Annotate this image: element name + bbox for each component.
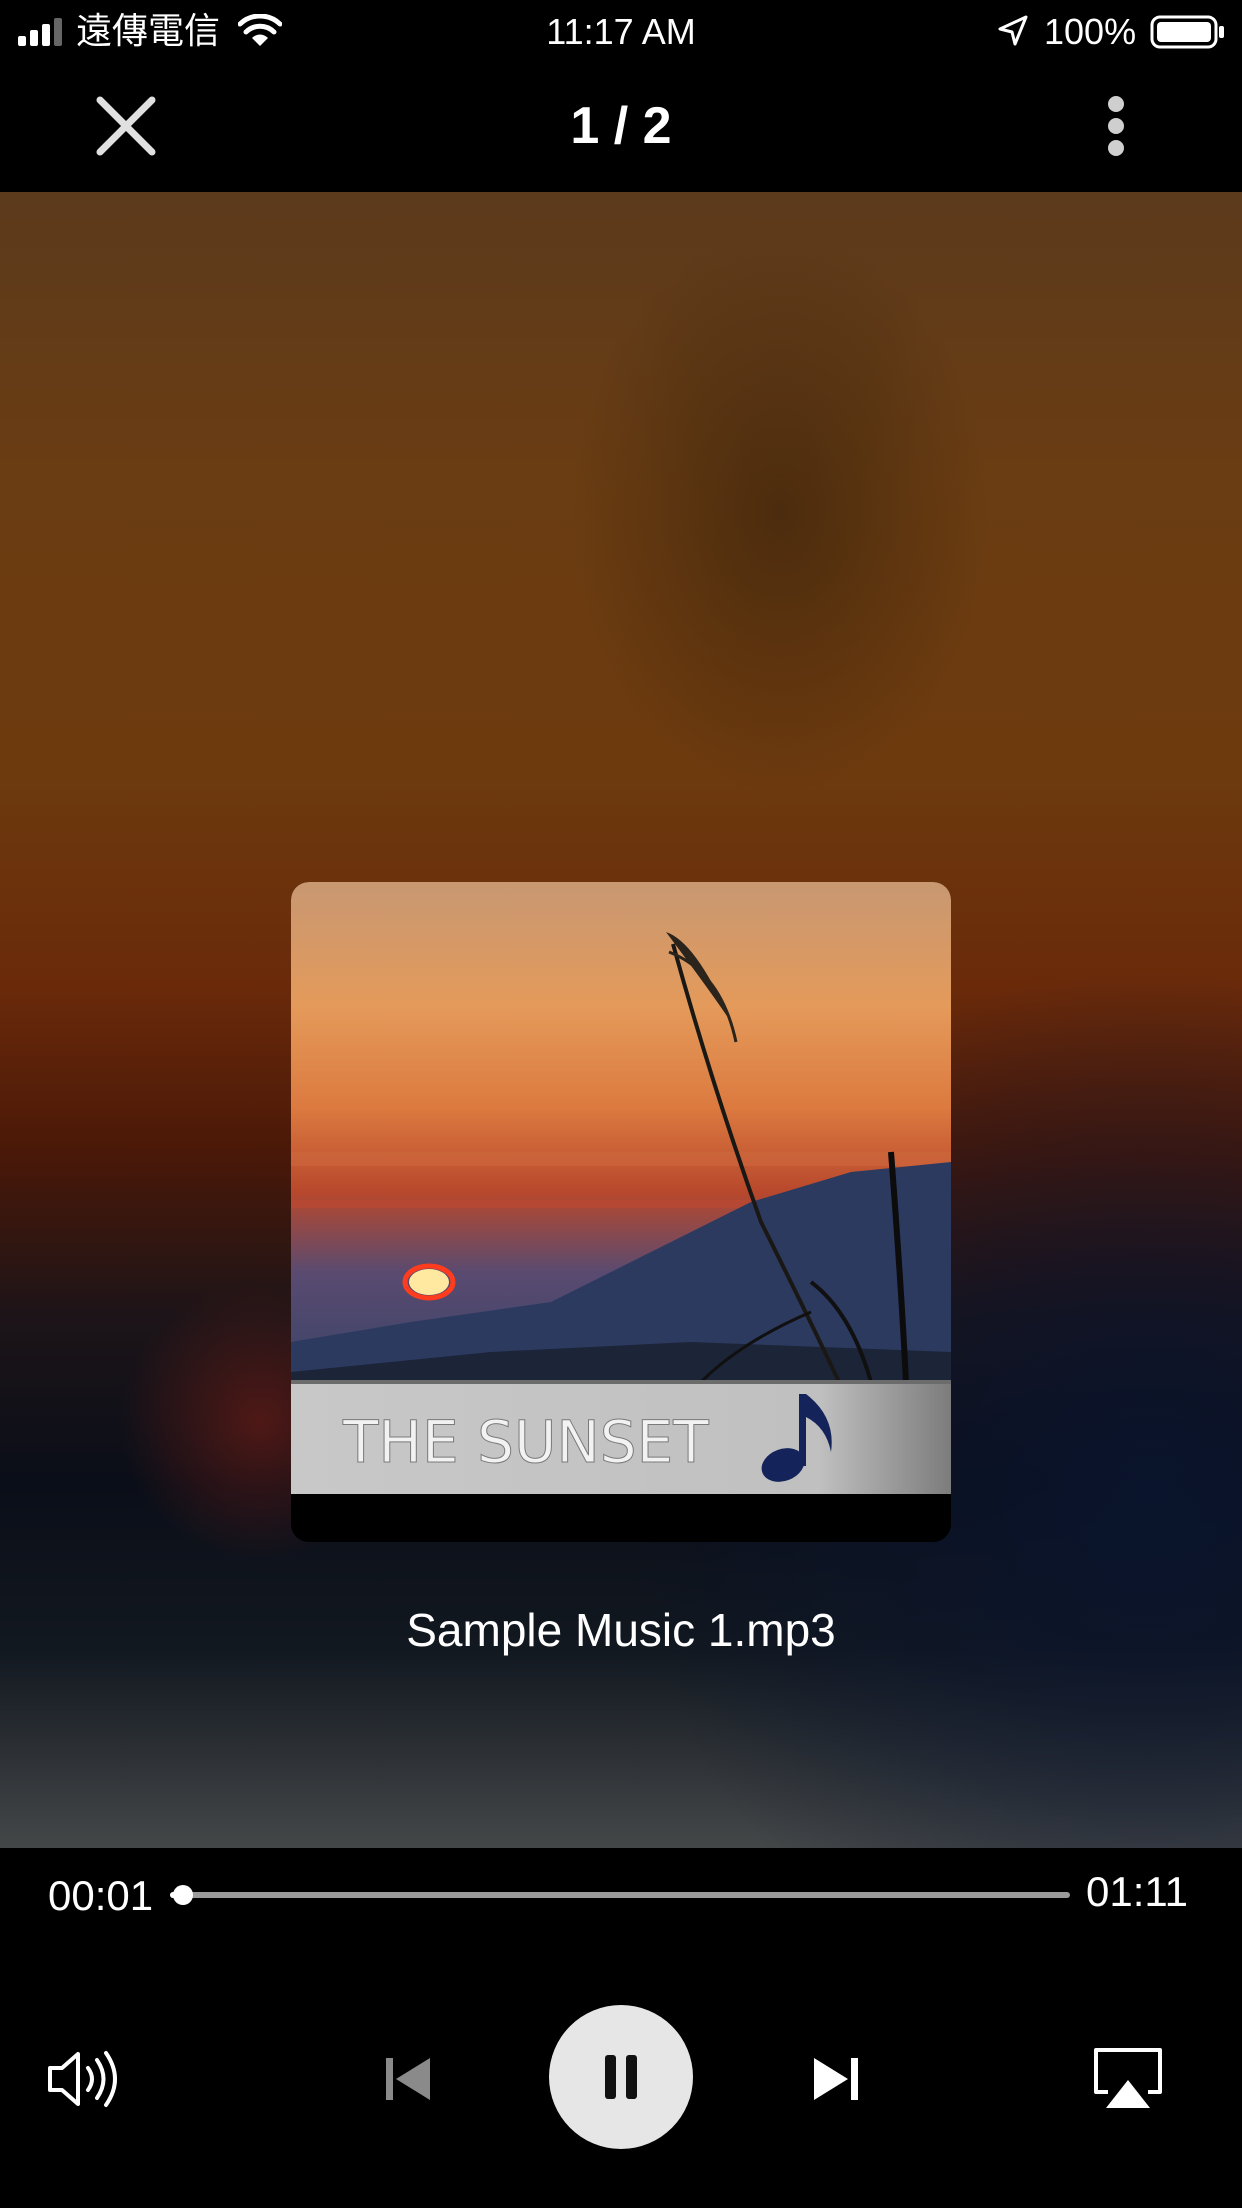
airplay-icon bbox=[1094, 2048, 1162, 2108]
more-options-button[interactable] bbox=[1100, 86, 1132, 166]
skip-previous-icon bbox=[386, 2058, 430, 2100]
volume-button[interactable] bbox=[44, 2044, 124, 2114]
playback-controls bbox=[0, 1968, 1242, 2208]
progress-area: 00:01 01:11 bbox=[0, 1848, 1242, 1968]
location-arrow-icon bbox=[998, 15, 1028, 46]
speaker-icon bbox=[48, 2051, 117, 2107]
airplay-button[interactable] bbox=[1092, 2044, 1164, 2114]
seek-bar[interactable] bbox=[170, 1885, 1070, 1905]
play-pause-button[interactable] bbox=[549, 2005, 693, 2149]
skip-next-icon bbox=[814, 2058, 858, 2100]
previous-track-button[interactable] bbox=[372, 2044, 442, 2114]
battery-percent: 100% bbox=[1044, 11, 1137, 52]
total-time: 01:11 bbox=[1086, 1868, 1188, 1915]
album-caption: THE SUNSET bbox=[342, 1408, 709, 1476]
page-counter: 1 / 2 bbox=[570, 97, 672, 155]
pause-icon bbox=[605, 2055, 637, 2099]
track-file-name: Sample Music 1.mp3 bbox=[406, 1604, 836, 1656]
battery-icon bbox=[1150, 15, 1224, 49]
elapsed-time: 00:01 bbox=[48, 1872, 154, 1919]
more-vertical-icon bbox=[1108, 96, 1124, 156]
next-track-button[interactable] bbox=[802, 2044, 872, 2114]
album-art: THE SUNSET bbox=[291, 882, 951, 1542]
now-playing-stage: THE SUNSET Sample Music 1.mp3 bbox=[0, 192, 1242, 1848]
top-nav-bar: 1 / 2 bbox=[0, 62, 1242, 192]
status-bar: 遠傳電信 11:17 AM 100% bbox=[0, 0, 1242, 62]
seek-bar-thumb[interactable] bbox=[172, 1885, 193, 1905]
